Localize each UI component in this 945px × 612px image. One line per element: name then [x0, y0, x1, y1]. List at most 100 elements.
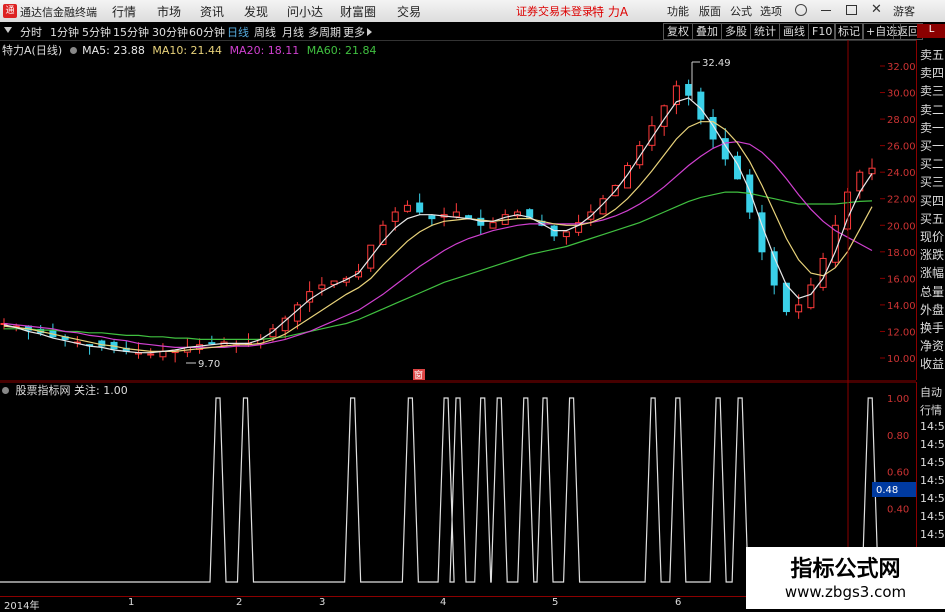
- menu-news[interactable]: 资讯: [200, 3, 224, 20]
- period-15min[interactable]: 15分钟: [113, 24, 149, 40]
- candle-body: [685, 83, 693, 96]
- candle-body: [795, 304, 803, 313]
- top-menu-bar: 通 通达信金融终端 行情 市场 资讯 发现 问小达 财富圈 交易 证券交易未登录…: [0, 0, 945, 23]
- gap-marker: 窗: [414, 369, 423, 381]
- btn-restore-rights[interactable]: 复权: [663, 23, 693, 40]
- period-30min[interactable]: 30分钟: [152, 24, 188, 40]
- menu-wealth[interactable]: 财富圈: [340, 3, 376, 20]
- period-tick[interactable]: 分时: [20, 24, 42, 40]
- candle-body: [807, 284, 815, 309]
- side-label: 14:5: [920, 456, 945, 469]
- period-weekly[interactable]: 周线: [254, 24, 276, 40]
- candle-body: [452, 211, 460, 218]
- menu-market[interactable]: 市场: [157, 3, 181, 20]
- candle-body: [428, 215, 436, 220]
- candle-body: [489, 222, 497, 229]
- candle-body: [293, 304, 301, 322]
- period-5min[interactable]: 5分钟: [82, 24, 111, 40]
- menu-quotes[interactable]: 行情: [112, 3, 136, 20]
- period-daily[interactable]: 日线: [227, 24, 249, 40]
- price-axis-label: 14.00: [887, 301, 916, 312]
- side-label: 14:5: [920, 420, 945, 433]
- period-1min[interactable]: 1分钟: [50, 24, 79, 40]
- quote-field-label: 现价: [920, 230, 945, 244]
- candles: [0, 79, 876, 363]
- quote-field-label: 买四: [920, 193, 945, 208]
- btn-multi-stock[interactable]: 多股: [721, 23, 751, 40]
- price-axis-label: 30.00: [887, 89, 916, 100]
- indicator-axis-label: 0.40: [887, 504, 909, 515]
- toolbar-dropdown-icon[interactable]: [4, 27, 12, 33]
- quote-field-label: 净资: [920, 339, 945, 354]
- period-60min[interactable]: 60分钟: [189, 24, 225, 40]
- stock-title: 特 力A: [592, 5, 629, 19]
- quote-field-label: 总量: [920, 284, 945, 299]
- date-label: 2: [236, 597, 243, 608]
- price-axis-label: 20.00: [887, 221, 916, 232]
- indicator-axis-label: 0.60: [887, 468, 909, 479]
- quote-field-label: 卖三: [920, 84, 945, 99]
- price-axis-label: 22.00: [887, 195, 916, 206]
- menu-ask[interactable]: 问小达: [287, 3, 323, 20]
- indicator-axis-label: 1.00: [887, 394, 909, 405]
- ma10-line: [3, 121, 873, 352]
- close-icon[interactable]: ✕: [871, 2, 882, 17]
- menu-function[interactable]: 功能: [667, 3, 689, 19]
- ma60-line: [4, 191, 873, 340]
- date-label-year: 2014年: [4, 601, 40, 612]
- date-label: 1: [128, 597, 135, 608]
- side-label[interactable]: 行情: [920, 402, 942, 418]
- menu-trade[interactable]: 交易: [397, 3, 421, 20]
- side-label[interactable]: 自动: [920, 384, 942, 400]
- kline-chart[interactable]: 32.00 30.00 28.00 26.00 24.00 22.00 20.00 18.00…: [0, 40, 916, 382]
- quote-field-label: 买二: [920, 157, 945, 172]
- user-icon[interactable]: [795, 4, 807, 16]
- btn-f10[interactable]: F10: [808, 23, 837, 40]
- login-status[interactable]: 证券交易未登录: [516, 3, 593, 19]
- minimize-icon[interactable]: [821, 10, 831, 11]
- quote-field-label: 卖四: [920, 66, 945, 81]
- price-axis-label: 12.00: [887, 327, 916, 338]
- watermark-url: www.zbgs3.com: [784, 583, 907, 601]
- period-monthly[interactable]: 月线: [282, 24, 304, 40]
- btn-draw[interactable]: 画线: [779, 23, 809, 40]
- candle-body: [208, 342, 216, 345]
- candle-body: [318, 284, 326, 290]
- menu-options[interactable]: 选项: [760, 3, 782, 19]
- panel-header: L: [917, 24, 945, 38]
- high-annotation: 32.49: [702, 58, 731, 69]
- price-axis-label: 16.00: [887, 274, 916, 285]
- watermark-banner: 指标公式网 www.zbgs3.com: [746, 547, 945, 609]
- quote-field-label: 买五: [920, 211, 945, 226]
- price-axis-label: 10.00: [887, 354, 916, 365]
- more-arrow-icon[interactable]: [367, 28, 372, 36]
- menu-layout[interactable]: 版面: [699, 3, 721, 19]
- btn-stats[interactable]: 统计: [750, 23, 780, 40]
- watermark-title: 指标公式网: [790, 557, 901, 582]
- menu-discover[interactable]: 发现: [244, 3, 268, 20]
- period-multi[interactable]: 多周期: [308, 24, 341, 40]
- quote-panel: L 卖五 卖四 卖三 卖二 卖一 买一 买二 买三 买四 买五 现价 涨跌 涨幅 总量 外盘 换手 净资 收益: [916, 24, 945, 380]
- btn-mark[interactable]: 标记: [834, 23, 864, 40]
- price-axis-label: 18.00: [887, 248, 916, 259]
- menu-formula[interactable]: 公式: [730, 3, 752, 19]
- candle-body: [391, 211, 399, 222]
- price-axis-label: 26.00: [887, 142, 916, 153]
- candle-body: [868, 167, 876, 175]
- quote-field-label: 买一: [920, 139, 945, 153]
- quote-field-label: 买三: [920, 175, 945, 190]
- date-label: 3: [319, 597, 326, 608]
- quote-field-label: 外盘: [920, 302, 945, 317]
- btn-overlay[interactable]: 叠加: [692, 23, 722, 40]
- guest-label[interactable]: 游客: [893, 3, 915, 19]
- date-label: 6: [675, 597, 682, 608]
- period-more[interactable]: 更多: [343, 24, 365, 40]
- candle-body: [403, 204, 411, 212]
- quote-field-label: 涨幅: [920, 266, 945, 281]
- quote-field-label: 卖二: [920, 102, 945, 117]
- price-axis-label: 28.00: [887, 115, 916, 126]
- candle-body: [562, 231, 570, 238]
- price-axis-label: 24.00: [887, 168, 916, 179]
- indicator-current: 0.48: [876, 485, 898, 496]
- maximize-icon[interactable]: [846, 5, 857, 15]
